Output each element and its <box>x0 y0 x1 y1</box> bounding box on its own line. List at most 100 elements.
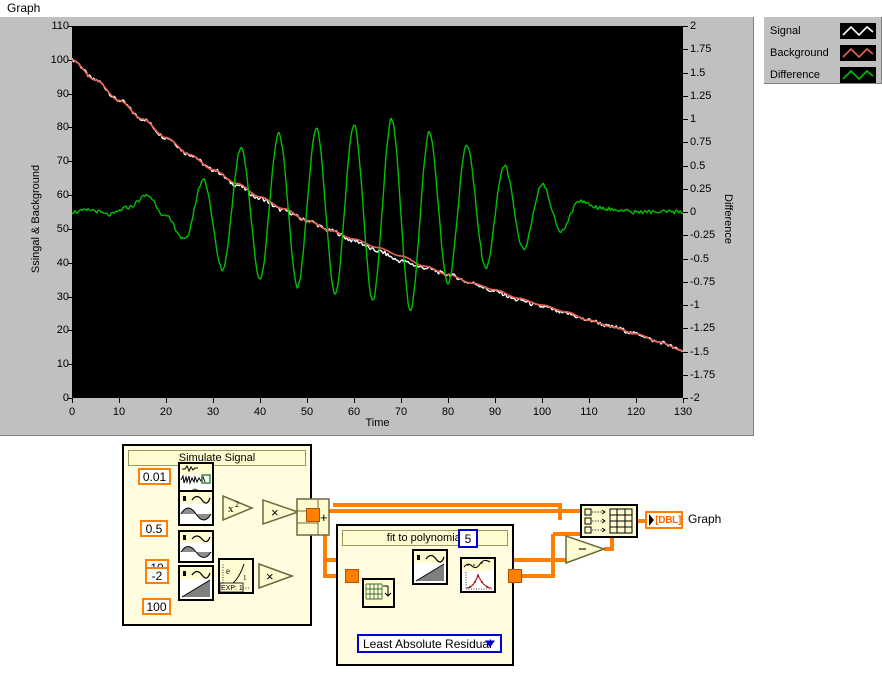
x-axis-tick <box>354 398 355 403</box>
x-axis-tick <box>401 398 402 403</box>
y-axis-left-tick <box>68 127 72 129</box>
graph-terminal-label: Graph <box>688 512 722 526</box>
x-axis-tick <box>307 398 308 403</box>
y-axis-right-tick <box>683 305 688 306</box>
y-axis-right-tick-label: -1 <box>690 299 700 311</box>
y-axis-right-tick <box>683 328 688 330</box>
x-axis-tick <box>72 398 73 403</box>
sine-generator-node-1[interactable] <box>178 490 214 526</box>
y-axis-right-tick <box>683 119 688 120</box>
page-title: Graph <box>7 1 41 15</box>
x-axis-tick <box>589 398 590 403</box>
fit-structure-output-tunnel[interactable] <box>508 569 522 583</box>
merge-signals-node[interactable] <box>580 504 638 538</box>
ramp-source-node-fit[interactable] <box>412 549 448 585</box>
y-axis-right-tick <box>683 165 688 167</box>
legend-item[interactable]: Signal <box>770 21 876 40</box>
dbl-type-label: [DBL] <box>655 514 681 526</box>
svg-text:×: × <box>266 569 274 584</box>
constant-offset[interactable]: 100 <box>142 598 171 615</box>
graph-panel[interactable]: 0 10 20 30 40 50 60 70 80 90 100 110 Ssingal & Back… <box>0 17 754 436</box>
y-axis-right: 2 1.75 1.5 1.25 1 0.75 0.5 0.25 0 -0.25 -0.5 -0.75 -… <box>683 17 743 407</box>
legend-item[interactable]: Difference <box>770 65 876 84</box>
fit-to-polynomial-title: fit to polynomial <box>342 530 508 546</box>
y-axis-right-tick-label: -0.25 <box>690 229 716 242</box>
fit-method-dropdown[interactable]: Least Absolute Residual <box>357 634 502 653</box>
svg-text:+: + <box>320 510 328 525</box>
constant-noise-amplitude[interactable]: 0.01 <box>138 468 171 485</box>
y-axis-right-tick <box>683 49 688 51</box>
x-axis-tick <box>119 398 120 403</box>
x-axis-tick <box>683 398 684 403</box>
polynomial-order-control[interactable]: 5 <box>458 529 478 548</box>
y-axis-right-tick-label: 0.5 <box>690 159 706 172</box>
y-axis-right-tick <box>683 72 688 74</box>
sine-waveform-icon <box>180 492 212 524</box>
y-axis-right-tick-label: 1.75 <box>690 43 712 56</box>
y-axis-left-tick <box>68 195 72 197</box>
subtract-node[interactable] <box>565 534 607 565</box>
x-axis-tick <box>448 398 449 403</box>
y-axis-right-tick <box>683 374 688 376</box>
plot-canvas <box>72 57 683 352</box>
x-axis-tick <box>495 398 496 403</box>
y-axis-right-tick-label: -0.5 <box>690 252 709 265</box>
square-node[interactable]: x 2 <box>222 494 254 522</box>
y-axis-left-tick <box>68 161 72 163</box>
y-axis-right-tick <box>683 258 688 260</box>
legend-color-swatch[interactable] <box>840 22 876 39</box>
constant-sine-amplitude[interactable]: 0.5 <box>140 520 168 537</box>
svg-text:x: x <box>228 503 234 515</box>
x-axis-label: Time <box>365 417 390 429</box>
indicator-arrow-icon <box>649 514 654 526</box>
y-axis-left-label: Ssingal & Background <box>30 164 42 274</box>
y-axis-right-tick-label: -2 <box>690 392 700 404</box>
constant-decay-rate[interactable]: -2 <box>145 567 169 584</box>
graph-indicator-terminal[interactable]: [DBL] <box>645 511 683 529</box>
svg-text:2: 2 <box>235 500 239 509</box>
legend-color-swatch[interactable] <box>840 66 876 83</box>
y-axis-right-tick-label: 0.25 <box>690 182 712 195</box>
svg-text:e: e <box>226 566 230 576</box>
y-axis-left-tick <box>68 262 72 264</box>
y-axis-right-tick <box>683 235 688 237</box>
curve-fit-node[interactable] <box>460 557 496 593</box>
y-axis-right-tick-label: 1 <box>690 113 697 125</box>
y-axis-right-tick-label: 0 <box>690 206 697 218</box>
x-axis-tick <box>636 398 637 403</box>
simulate-signal-output-tunnel[interactable] <box>306 508 320 522</box>
y-axis-right-label: Difference <box>722 194 734 244</box>
multiply-node-1[interactable]: × <box>262 498 300 526</box>
y-axis-left-tick <box>68 330 72 332</box>
legend-color-swatch[interactable] <box>840 44 876 61</box>
curve-fit-icon <box>462 559 494 591</box>
legend-item-label: Signal <box>770 24 801 37</box>
fit-structure-input-tunnel[interactable] <box>345 569 359 583</box>
y-axis-right-tick <box>683 95 688 97</box>
y-axis-right-tick-label: 0.75 <box>690 136 712 149</box>
y-axis-left-tick <box>68 364 72 366</box>
exponential-node[interactable]: e 1 EXP: 1 <box>218 558 254 594</box>
array-grid-icon <box>364 580 393 606</box>
array-index-node[interactable] <box>362 578 395 608</box>
merge-signals-icon <box>582 506 636 536</box>
sine-generator-node-2[interactable] <box>178 530 214 563</box>
multiply-node-2[interactable]: × <box>258 562 294 590</box>
ramp-waveform-icon <box>414 551 446 583</box>
y-axis-right-tick-label: -1.5 <box>690 345 709 358</box>
y-axis-right-tick-label: -1.75 <box>690 368 716 381</box>
y-axis-left-tick-label: 110 <box>51 20 69 32</box>
y-axis-right-tick-label: -0.75 <box>690 275 716 288</box>
fit-method-value: Least Absolute Residual <box>363 636 492 651</box>
x-axis-tick <box>213 398 214 403</box>
plot-legend[interactable]: Signal Background Difference <box>764 17 882 84</box>
y-axis-left-tick <box>68 26 72 27</box>
ramp-waveform-icon <box>180 567 212 599</box>
legend-item-label: Difference <box>770 68 820 81</box>
y-axis-left-tick-label: 100 <box>50 53 69 66</box>
legend-item[interactable]: Background <box>770 43 876 62</box>
plot-area[interactable] <box>72 26 683 398</box>
legend-item-label: Background <box>770 46 829 59</box>
ramp-generator-node[interactable] <box>178 565 214 601</box>
y-axis-left-tick <box>68 59 72 61</box>
